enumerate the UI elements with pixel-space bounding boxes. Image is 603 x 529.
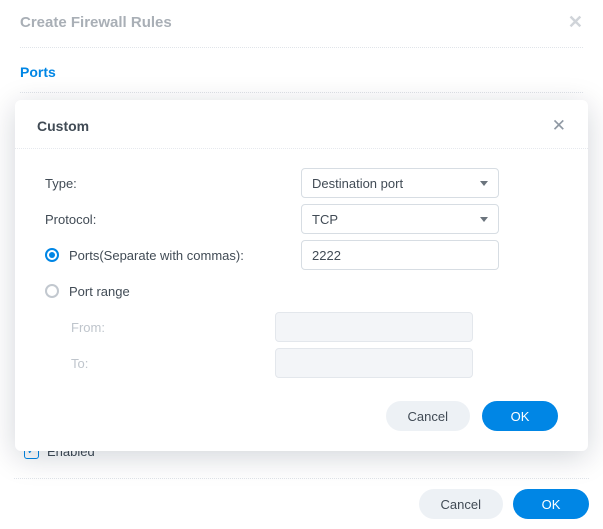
close-icon[interactable]: ✕ <box>548 114 570 138</box>
divider <box>20 92 583 93</box>
ports-option-row[interactable]: Ports(Separate with commas): <box>45 237 558 273</box>
radio-icon <box>45 284 59 298</box>
chevron-down-icon <box>480 217 488 222</box>
modal-header: Custom ✕ <box>15 100 588 148</box>
to-row: To: <box>45 345 558 381</box>
from-row: From: <box>45 309 558 345</box>
close-icon[interactable]: ✕ <box>568 12 583 33</box>
divider <box>15 148 588 149</box>
cancel-button[interactable]: Cancel <box>419 489 503 519</box>
from-input <box>275 312 473 342</box>
ports-input[interactable] <box>301 240 499 270</box>
divider <box>20 47 583 48</box>
parent-header: Create Firewall Rules ✕ <box>20 12 583 41</box>
type-row: Type: Destination port <box>45 165 558 201</box>
port-range-option-row[interactable]: Port range <box>45 273 558 309</box>
modal-body: Type: Destination port Protocol: TCP Por… <box>15 155 588 387</box>
parent-title: Create Firewall Rules <box>20 14 172 31</box>
ok-button[interactable]: OK <box>513 489 589 519</box>
chevron-down-icon <box>480 181 488 186</box>
type-select[interactable]: Destination port <box>301 168 499 198</box>
protocol-row: Protocol: TCP <box>45 201 558 237</box>
type-value: Destination port <box>312 176 403 191</box>
parent-footer: Cancel OK <box>14 478 589 519</box>
radio-icon <box>45 248 59 262</box>
modal-footer: Cancel OK <box>15 387 588 451</box>
range-radio-label-wrap: Port range <box>45 284 301 299</box>
modal-title: Custom <box>37 118 89 134</box>
protocol-label: Protocol: <box>45 212 301 227</box>
to-label: To: <box>45 356 275 371</box>
type-label: Type: <box>45 176 301 191</box>
to-input <box>275 348 473 378</box>
ok-button[interactable]: OK <box>482 401 558 431</box>
from-label: From: <box>45 320 275 335</box>
ports-option-label: Ports(Separate with commas): <box>69 248 244 263</box>
ports-section-title: Ports <box>20 58 583 86</box>
cancel-button[interactable]: Cancel <box>386 401 470 431</box>
custom-port-modal: Custom ✕ Type: Destination port Protocol… <box>15 100 588 451</box>
protocol-value: TCP <box>312 212 338 227</box>
protocol-select[interactable]: TCP <box>301 204 499 234</box>
ports-radio-label-wrap: Ports(Separate with commas): <box>45 248 301 263</box>
port-range-option-label: Port range <box>69 284 130 299</box>
